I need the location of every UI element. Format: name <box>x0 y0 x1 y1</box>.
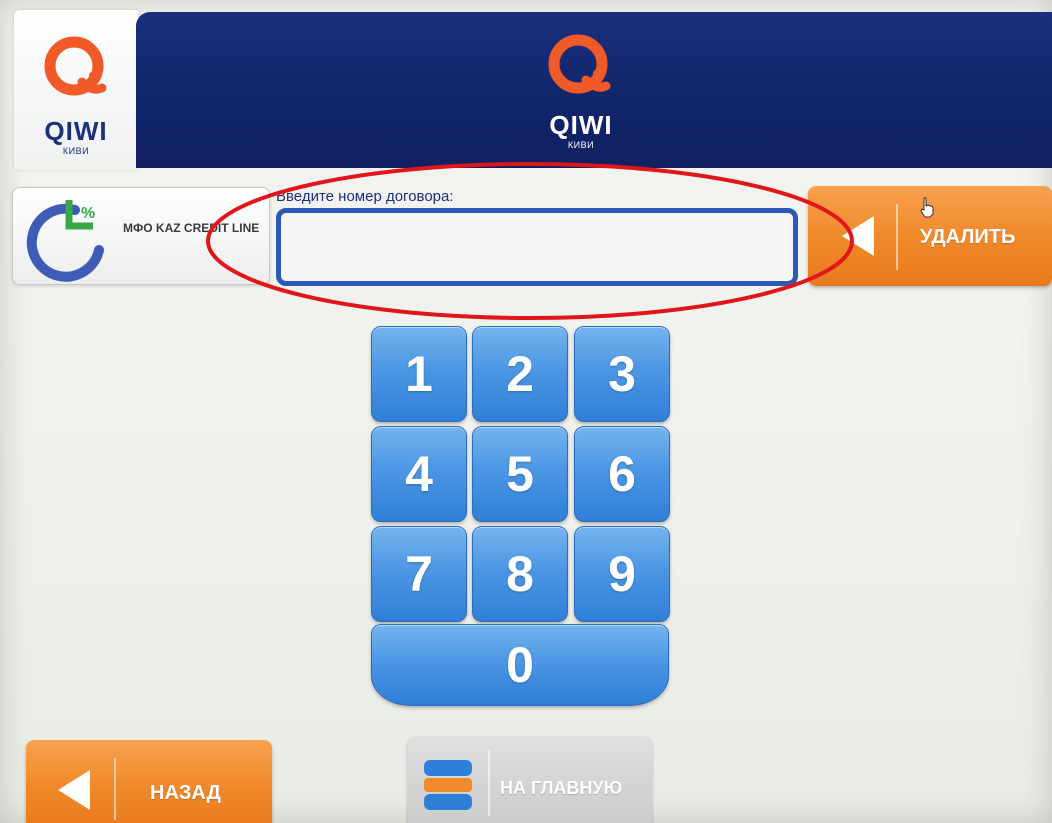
logo-subtext: КИВИ <box>62 146 90 156</box>
logo-text: QIWI <box>44 116 108 146</box>
home-button-divider <box>488 750 490 816</box>
key-9[interactable]: 9 <box>574 526 670 622</box>
home-button[interactable]: НА ГЛАВНУЮ <box>408 736 652 823</box>
key-4[interactable]: 4 <box>371 426 467 522</box>
back-arrow-icon <box>58 770 90 810</box>
key-2[interactable]: 2 <box>472 326 568 422</box>
cursor-hand-icon <box>920 197 934 218</box>
key-7[interactable]: 7 <box>371 526 467 622</box>
key-1[interactable]: 1 <box>371 326 467 422</box>
kiosk-screen: QIWI КИВИ QIWI КИВИ % МФО KAZ CREDIT LIN… <box>0 0 1052 823</box>
banner-text: QIWI <box>549 110 613 140</box>
back-button-divider <box>114 758 116 820</box>
delete-button-label: УДАЛИТЬ <box>920 226 1016 248</box>
header-banner: QIWI КИВИ <box>136 12 1052 168</box>
key-8[interactable]: 8 <box>472 526 568 622</box>
contract-number-prompt: Введите номер договора: <box>276 188 454 205</box>
key-0[interactable]: 0 <box>371 624 669 706</box>
home-stack-icon <box>424 760 472 810</box>
banner-subtext: КИВИ <box>567 140 595 150</box>
home-button-label: НА ГЛАВНУЮ <box>500 778 623 798</box>
provider-tile: % МФО KAZ CREDIT LINE <box>12 187 270 285</box>
provider-logo-icon: % <box>26 200 104 282</box>
back-button[interactable]: НАЗАД <box>26 740 272 823</box>
back-button-label: НАЗАД <box>150 782 221 804</box>
key-3[interactable]: 3 <box>574 326 670 422</box>
svg-text:%: % <box>81 205 95 222</box>
qiwi-banner-icon <box>548 34 611 94</box>
qiwi-logo-icon <box>44 36 107 96</box>
backspace-arrow-icon <box>842 216 874 256</box>
key-6[interactable]: 6 <box>574 426 670 522</box>
contract-number-input[interactable] <box>276 208 798 286</box>
provider-name: МФО KAZ CREDIT LINE <box>123 221 260 235</box>
key-5[interactable]: 5 <box>472 426 568 522</box>
delete-button-divider <box>896 204 898 270</box>
qiwi-logo-tile: QIWI КИВИ <box>14 10 138 170</box>
